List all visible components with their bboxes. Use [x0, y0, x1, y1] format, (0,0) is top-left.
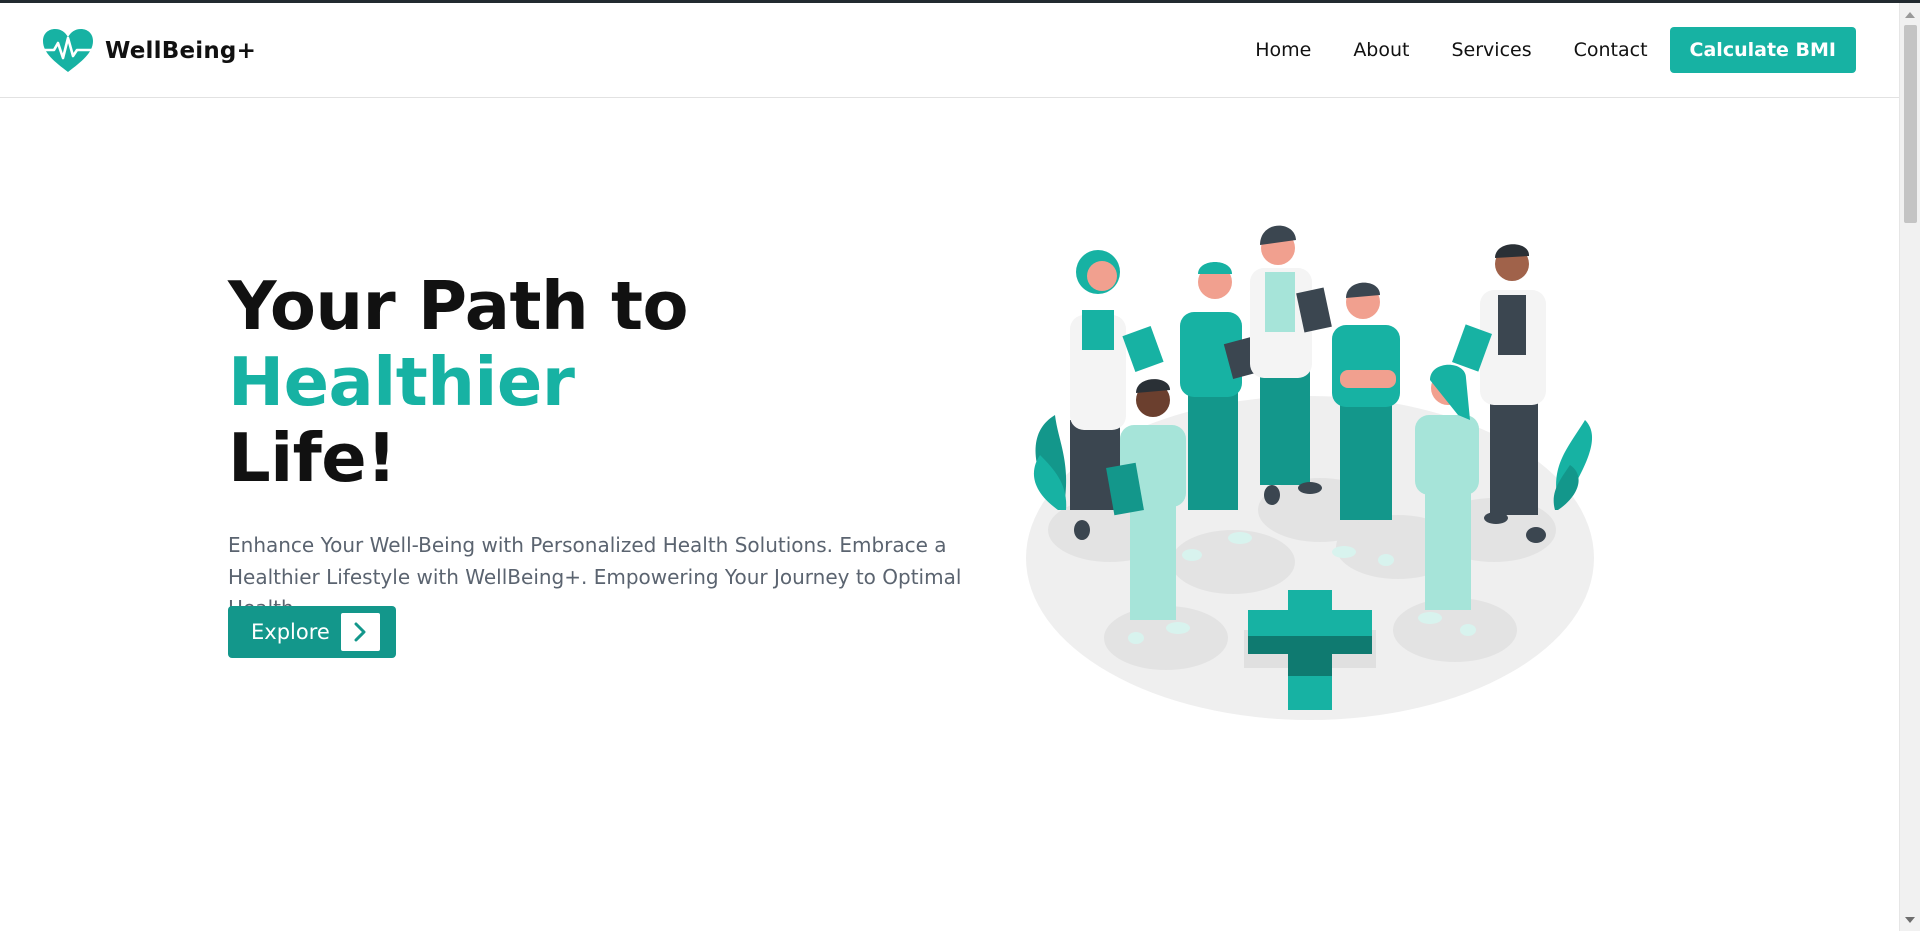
explore-button[interactable]: Explore	[228, 606, 396, 658]
nav-services-link[interactable]: Services	[1452, 39, 1532, 61]
heart-pulse-icon	[41, 29, 95, 72]
brand-name: WellBeing+	[105, 38, 257, 64]
scrollbar-thumb[interactable]	[1904, 25, 1917, 223]
explore-button-label: Explore	[251, 620, 330, 644]
medical-team-illustration	[1026, 225, 1594, 720]
scroll-up-arrow-icon[interactable]	[1905, 12, 1915, 18]
navbar: WellBeing+ Home About Services Contact C…	[0, 3, 1899, 98]
hero-title-part1: Your Path to	[228, 267, 689, 345]
nav-about-link[interactable]: About	[1353, 39, 1409, 61]
main-nav: Home About Services Contact Calculate BM…	[1255, 27, 1899, 73]
hero-title-part2: Life!	[228, 419, 397, 497]
vertical-scrollbar[interactable]	[1899, 3, 1920, 931]
scroll-down-arrow-icon[interactable]	[1905, 917, 1915, 923]
brand[interactable]: WellBeing+	[41, 28, 256, 74]
nav-contact-link[interactable]: Contact	[1574, 39, 1648, 61]
nav-home-link[interactable]: Home	[1255, 39, 1311, 61]
hero-section: Your Path to Healthier Life! Enhance You…	[228, 268, 988, 625]
chevron-right-icon	[341, 613, 380, 651]
calculate-bmi-button[interactable]: Calculate BMI	[1669, 27, 1856, 73]
hero-title: Your Path to Healthier Life!	[228, 268, 988, 496]
hero-title-accent: Healthier	[228, 343, 575, 421]
